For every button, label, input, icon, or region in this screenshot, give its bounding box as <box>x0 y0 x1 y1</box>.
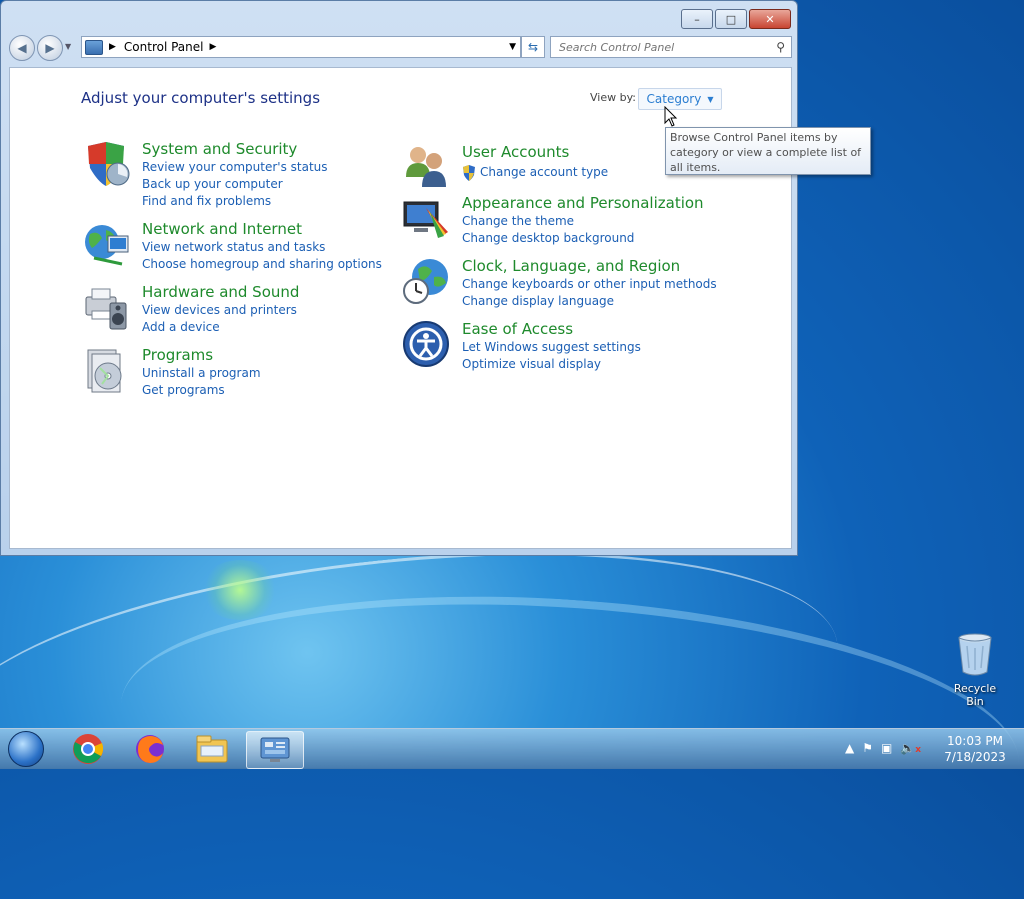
taskbar-firefox[interactable] <box>122 731 178 767</box>
show-hidden-icons-icon[interactable]: ▲ <box>845 741 854 755</box>
link-devices-printers[interactable]: View devices and printers <box>142 303 297 317</box>
network-icon[interactable]: ▣ <box>881 741 892 755</box>
clock-date: 7/18/2023 <box>944 750 1006 764</box>
windows-logo-icon <box>8 731 44 767</box>
control-panel-icon <box>85 39 103 55</box>
control-panel-icon <box>260 737 290 762</box>
navigation-bar: ◀ ▶ ▼ ▶ Control Panel ▶ ▼ ⇆ ⚲ <box>9 34 792 61</box>
action-center-flag-icon[interactable]: ⚑ <box>862 741 873 755</box>
window-controls: – □ ✕ <box>681 9 791 29</box>
category-clock-language-region: Clock, Language, and Region Change keybo… <box>402 257 722 308</box>
mouse-cursor-icon <box>664 106 678 127</box>
refresh-button[interactable]: ⇆ <box>521 36 545 58</box>
system-tray: ▲ ⚑ ▣ 🔈x <box>845 741 921 755</box>
link-get-programs[interactable]: Get programs <box>142 383 225 397</box>
link-find-fix[interactable]: Find and fix problems <box>142 194 271 208</box>
network-globe-icon[interactable] <box>82 220 130 268</box>
dropdown-arrow-icon: ▼ <box>707 94 714 104</box>
users-icon[interactable] <box>402 143 450 191</box>
category-title[interactable]: System and Security <box>142 140 297 158</box>
refresh-icon: ⇆ <box>527 40 539 54</box>
view-by-value: Category <box>646 92 702 106</box>
page-title: Adjust your computer's settings <box>81 89 321 107</box>
back-button[interactable]: ◀ <box>9 35 35 61</box>
taskbar: ▲ ⚑ ▣ 🔈x 10:03 PM 7/18/2023 <box>0 728 1024 769</box>
link-change-account-type[interactable]: Change account type <box>480 165 608 179</box>
category-system-and-security: System and Security Review your computer… <box>82 140 382 210</box>
category-title[interactable]: User Accounts <box>462 143 569 161</box>
category-title[interactable]: Network and Internet <box>142 220 302 238</box>
firefox-icon <box>136 735 164 763</box>
maximize-button[interactable]: □ <box>715 9 747 29</box>
category-appearance-personalization: Appearance and Personalization Change th… <box>402 194 722 245</box>
recycle-bin-label: Recycle Bin <box>953 682 997 708</box>
printer-speaker-icon[interactable] <box>82 283 130 331</box>
category-title[interactable]: Ease of Access <box>462 320 573 338</box>
forward-button[interactable]: ▶ <box>37 35 63 61</box>
link-optimize-display[interactable]: Optimize visual display <box>462 357 601 371</box>
link-review-status[interactable]: Review your computer's status <box>142 160 328 174</box>
category-network-and-internet: Network and Internet View network status… <box>82 220 382 271</box>
search-input[interactable] <box>557 39 771 55</box>
view-by-label: View by: <box>590 91 636 104</box>
link-desktop-background[interactable]: Change desktop background <box>462 231 634 245</box>
taskbar-control-panel[interactable] <box>246 731 304 769</box>
view-by-tooltip: Browse Control Panel items by category o… <box>665 127 871 175</box>
volume-muted-icon[interactable]: 🔈x <box>900 741 921 755</box>
search-icon[interactable]: ⚲ <box>776 40 785 54</box>
clock-time: 10:03 PM <box>947 734 1003 748</box>
chrome-icon <box>73 734 104 764</box>
breadcrumb-separator-icon[interactable]: ▶ <box>109 42 116 52</box>
security-shield-icon[interactable] <box>82 140 130 188</box>
link-display-language[interactable]: Change display language <box>462 294 614 308</box>
category-ease-of-access: Ease of Access Let Windows suggest setti… <box>402 320 722 371</box>
breadcrumb-control-panel[interactable]: Control Panel <box>124 40 204 54</box>
taskbar-clock[interactable]: 10:03 PM 7/18/2023 <box>940 733 1010 765</box>
view-by-dropdown[interactable]: Category ▼ <box>638 88 722 110</box>
uac-shield-icon <box>463 165 475 181</box>
category-title[interactable]: Hardware and Sound <box>142 283 299 301</box>
ease-of-access-icon[interactable] <box>402 320 450 368</box>
clock-globe-icon[interactable] <box>402 257 450 305</box>
link-uninstall[interactable]: Uninstall a program <box>142 366 261 380</box>
wallpaper-glow <box>200 560 280 620</box>
category-programs: Programs Uninstall a program Get program… <box>82 346 382 397</box>
category-title[interactable]: Appearance and Personalization <box>462 194 704 212</box>
breadcrumb-chevron-icon[interactable]: ▶ <box>210 42 217 52</box>
category-title[interactable]: Clock, Language, and Region <box>462 257 680 275</box>
arrow-left-icon: ◀ <box>17 41 27 55</box>
search-box[interactable]: ⚲ <box>550 36 792 58</box>
taskbar-chrome[interactable] <box>60 731 116 767</box>
start-button[interactable] <box>6 731 46 767</box>
taskbar-file-explorer[interactable] <box>184 731 240 767</box>
recycle-bin-icon <box>958 633 992 676</box>
category-user-accounts: User Accounts Change account type <box>402 143 702 187</box>
link-change-theme[interactable]: Change the theme <box>462 214 574 228</box>
appearance-monitor-icon[interactable] <box>402 194 450 242</box>
link-back-up[interactable]: Back up your computer <box>142 177 283 191</box>
control-panel-window: – □ ✕ ◀ ▶ ▼ ▶ Control Panel ▶ ▼ ⇆ ⚲ Adju… <box>0 0 798 556</box>
category-title[interactable]: Programs <box>142 346 213 364</box>
arrow-right-icon: ▶ <box>45 41 55 55</box>
recycle-bin-shortcut[interactable]: Recycle Bin <box>944 632 1006 708</box>
link-homegroup[interactable]: Choose homegroup and sharing options <box>142 257 382 271</box>
address-bar[interactable]: ▶ Control Panel ▶ ▼ <box>81 36 521 58</box>
link-network-status[interactable]: View network status and tasks <box>142 240 325 254</box>
programs-disc-icon[interactable] <box>82 346 130 394</box>
recent-pages-chevron-icon[interactable]: ▼ <box>65 42 71 51</box>
link-add-device[interactable]: Add a device <box>142 320 220 334</box>
close-button[interactable]: ✕ <box>749 9 791 29</box>
link-keyboards[interactable]: Change keyboards or other input methods <box>462 277 717 291</box>
minimize-button[interactable]: – <box>681 9 713 29</box>
link-suggest-settings[interactable]: Let Windows suggest settings <box>462 340 641 354</box>
category-hardware-and-sound: Hardware and Sound View devices and prin… <box>82 283 382 334</box>
address-dropdown-icon[interactable]: ▼ <box>509 42 516 52</box>
file-explorer-icon <box>196 735 228 763</box>
